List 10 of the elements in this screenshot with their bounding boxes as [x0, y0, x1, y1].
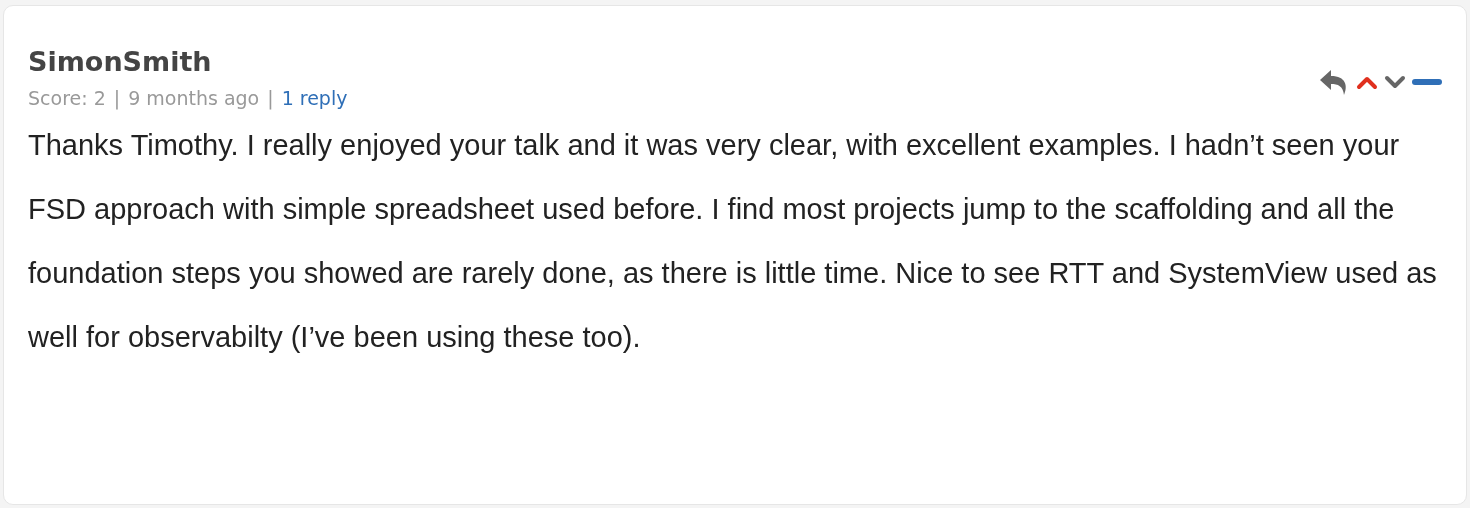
replies-link[interactable]: 1 reply — [281, 87, 348, 109]
collapse-icon[interactable] — [1412, 77, 1442, 87]
upvote-icon[interactable] — [1356, 74, 1378, 90]
score-text: Score: 2 — [28, 87, 106, 109]
separator: | — [267, 87, 274, 109]
downvote-icon[interactable] — [1384, 74, 1406, 90]
separator: | — [113, 87, 121, 109]
timestamp: 9 months ago — [128, 87, 260, 109]
username: SimonSmith — [28, 46, 213, 77]
comment-text: Thanks Timothy. I really enjoyed your talk and it was very clear, with excellent examples. I hadn’t seen your FSD approach with simple spreadsheet used before. I find most projects jump to the scaffolding and all the foundation steps you showed are rarely done, as there is little time. Nice to see RTT and SystemView used as well for observabilty (I’ve been using these too). — [28, 128, 1438, 355]
